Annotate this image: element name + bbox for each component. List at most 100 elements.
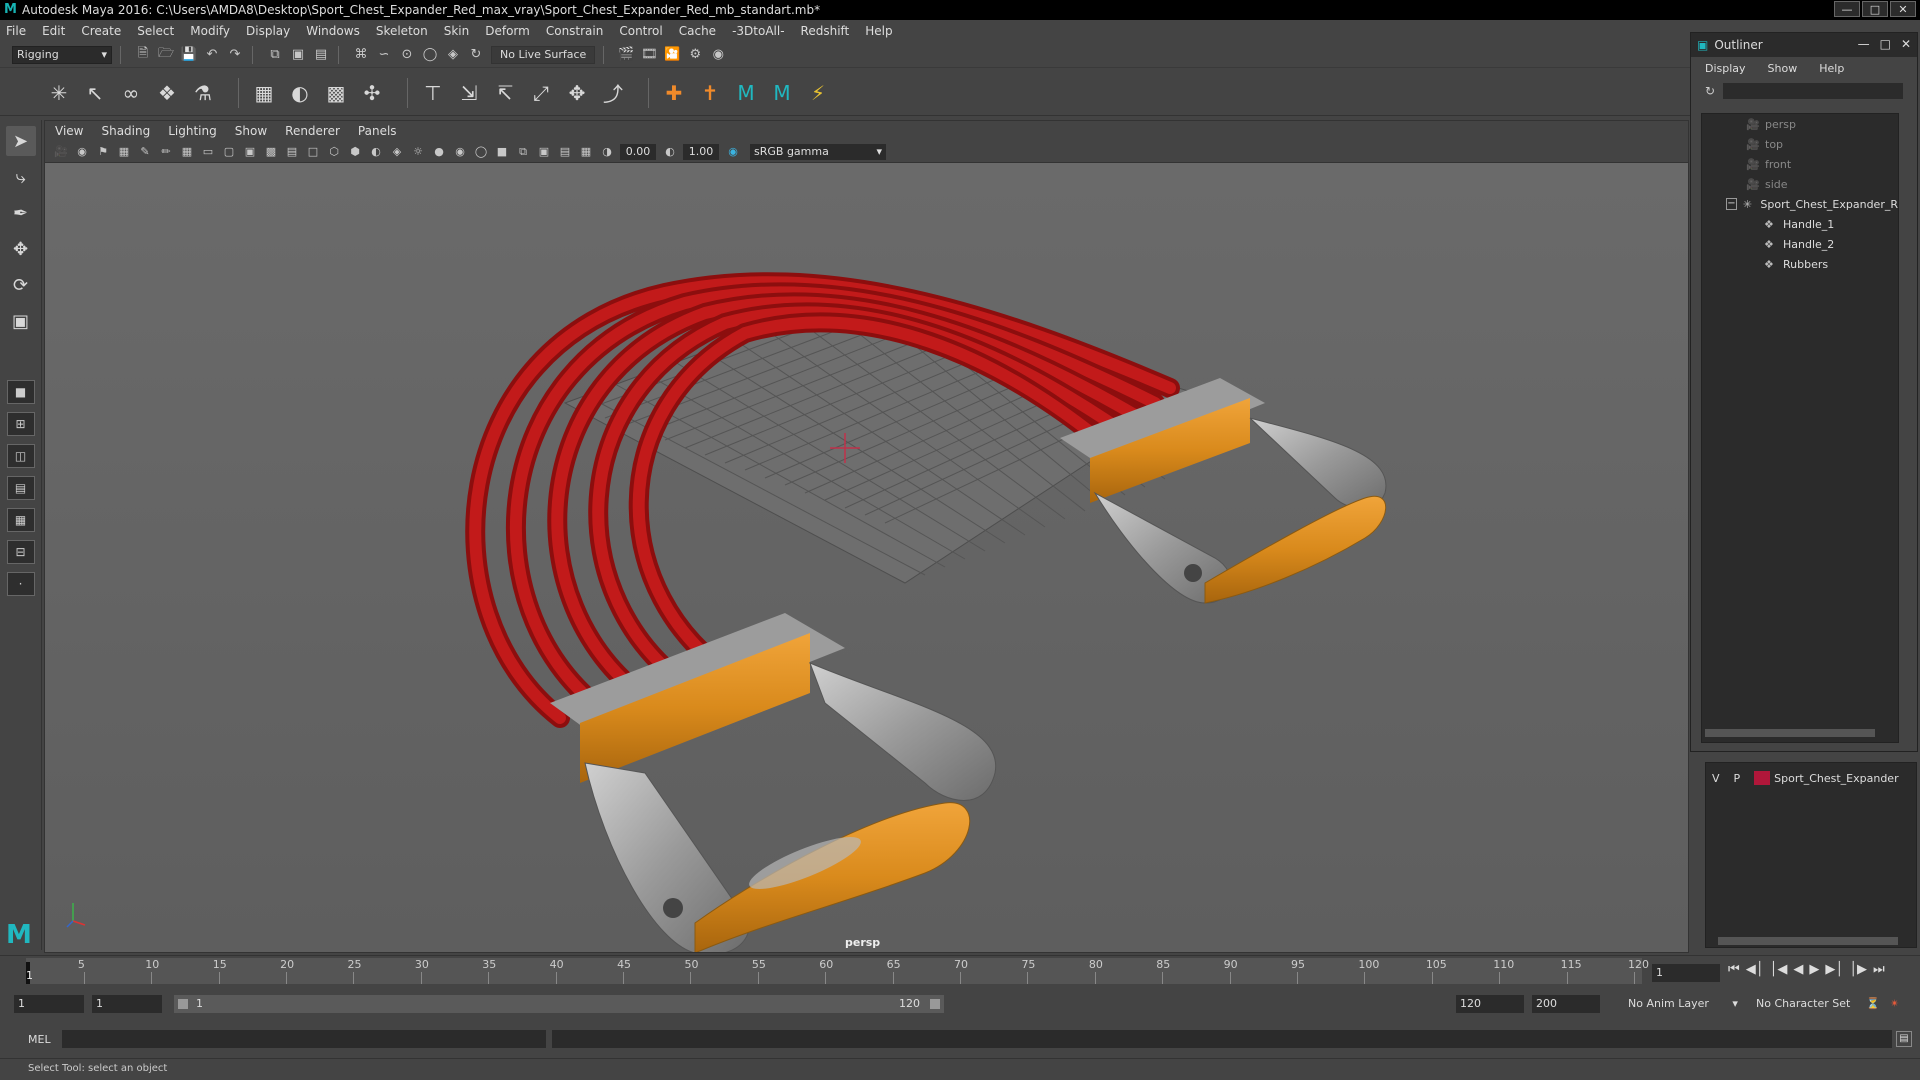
layer-horizontal-scrollbar[interactable] — [1718, 937, 1898, 945]
undo-icon[interactable]: ↶ — [203, 46, 221, 64]
snap-rotate-icon[interactable]: ↻ — [467, 46, 485, 64]
refresh-icon[interactable]: ↻ — [1705, 84, 1715, 98]
snap-view-icon[interactable]: ◯ — [421, 46, 439, 64]
safe-title-icon[interactable]: □ — [305, 144, 321, 160]
outliner-item-top[interactable]: 🎥 top — [1702, 134, 1898, 154]
paint-select-icon[interactable]: ✒ — [6, 198, 36, 228]
menu-help[interactable]: Help — [865, 24, 892, 38]
animation-start-field[interactable]: 1 — [14, 995, 84, 1013]
menu-cache[interactable]: Cache — [679, 24, 716, 38]
use-all-lights-icon[interactable]: ☼ — [410, 144, 426, 160]
step-back-frame-icon[interactable]: ◀│ — [1746, 962, 1764, 977]
minimize-button[interactable]: — — [1834, 1, 1860, 17]
cluster-icon[interactable]: ✣ — [359, 80, 385, 106]
bookmark-icon[interactable]: ⚑ — [95, 144, 111, 160]
vp-menu-shading[interactable]: Shading — [101, 124, 150, 138]
color-management-icon[interactable]: ◉ — [725, 144, 741, 160]
auto-key-icon[interactable]: ⏳ — [1866, 995, 1880, 1013]
locator-icon[interactable]: ✚ — [661, 80, 687, 106]
hik-icon[interactable]: M — [733, 80, 759, 106]
shadows-icon[interactable]: ● — [431, 144, 447, 160]
scale-constraint-icon[interactable]: ⤢ — [528, 80, 554, 106]
outliner-menu-display[interactable]: Display — [1705, 62, 1746, 75]
vp-menu-lighting[interactable]: Lighting — [168, 124, 217, 138]
menu-skin[interactable]: Skin — [444, 24, 470, 38]
gamma-field[interactable]: 1.00 — [683, 143, 719, 160]
layer-visibility-toggle[interactable]: V — [1712, 772, 1720, 785]
lattice-icon[interactable]: ▩ — [323, 80, 349, 106]
time-slider-track[interactable]: 5 10 15 20 25 30 35 40 45 50 55 60 65 70 75 80 85 90 95 100… — [26, 958, 1649, 984]
outliner-menu-help[interactable]: Help — [1819, 62, 1844, 75]
view-transform-dropdown[interactable]: sRGB gamma ▾ — [750, 143, 886, 160]
new-scene-icon[interactable]: 🗎 — [134, 46, 152, 64]
close-button[interactable]: ✕ — [1890, 1, 1916, 17]
redo-icon[interactable]: ↷ — [226, 46, 244, 64]
vp-menu-show[interactable]: Show — [235, 124, 267, 138]
ipr-render-icon[interactable]: 🎦 — [663, 46, 681, 64]
animation-end-field[interactable]: 200 — [1532, 995, 1600, 1013]
character-set-dropdown[interactable]: No Character Set — [1756, 995, 1866, 1013]
camera-select-icon[interactable]: 🎥 — [53, 144, 69, 160]
image-plane-icon[interactable]: ▦ — [116, 144, 132, 160]
menu-windows[interactable]: Windows — [306, 24, 360, 38]
lasso-tool-icon[interactable]: ⤷ — [6, 162, 36, 192]
menu-select[interactable]: Select — [137, 24, 174, 38]
playback-end-field[interactable]: 120 — [1456, 995, 1524, 1013]
play-backwards-icon[interactable]: ◀ — [1793, 962, 1803, 977]
range-end-handle[interactable] — [930, 999, 940, 1009]
vp-menu-renderer[interactable]: Renderer — [285, 124, 340, 138]
scale-tool-icon[interactable]: ▣ — [6, 306, 36, 336]
ik-spline-icon[interactable]: ∞ — [118, 80, 144, 106]
gamma-icon[interactable]: ◐ — [662, 144, 678, 160]
safe-action-icon[interactable]: ▤ — [284, 144, 300, 160]
open-scene-icon[interactable]: 🗁 — [157, 46, 175, 64]
vp-menu-view[interactable]: View — [55, 124, 83, 138]
ambient-occlusion-icon[interactable]: ◉ — [452, 144, 468, 160]
go-to-start-icon[interactable]: ⏮ — [1728, 962, 1740, 977]
viewport-3d-scene[interactable] — [45, 163, 1688, 952]
outliner-maximize-button[interactable]: □ — [1880, 37, 1891, 51]
maximize-button[interactable]: □ — [1862, 1, 1888, 17]
outliner-item-front[interactable]: 🎥 front — [1702, 154, 1898, 174]
menu-redshift[interactable]: Redshift — [801, 24, 850, 38]
outliner-item-handle-1[interactable]: ❖ Handle_1 — [1702, 214, 1898, 234]
custom-layout-button[interactable]: ⊟ — [6, 540, 35, 564]
layer-row[interactable]: V P Sport_Chest_Expander — [1712, 771, 1913, 785]
bind-skin-icon[interactable]: ▦ — [251, 80, 277, 106]
pole-vector-icon[interactable]: ⤴ — [600, 80, 626, 106]
xray-joints-icon[interactable]: ▤ — [557, 144, 573, 160]
outliner-item-handle-2[interactable]: ❖ Handle_2 — [1702, 234, 1898, 254]
character-set-icon[interactable]: ⚡ — [805, 80, 831, 106]
select-hierarchy-icon[interactable]: ⧉ — [266, 46, 284, 64]
step-forward-key-icon[interactable]: ▶│ — [1825, 962, 1843, 977]
exposure-icon[interactable]: ◑ — [599, 144, 615, 160]
grease-pencil-icon[interactable]: ✏ — [158, 144, 174, 160]
film-gate-icon[interactable]: ▭ — [200, 144, 216, 160]
time-slider[interactable]: 5 10 15 20 25 30 35 40 45 50 55 60 65 70 75 80 85 90 95 100… — [0, 955, 1920, 985]
play-forwards-icon[interactable]: ▶ — [1809, 962, 1819, 977]
paint-weights-icon[interactable]: ◐ — [287, 80, 313, 106]
range-start-handle[interactable] — [178, 999, 188, 1009]
render-settings-icon[interactable]: ⚙ — [686, 46, 704, 64]
exposure-field[interactable]: 0.00 — [620, 143, 656, 160]
hypershade-layout-button[interactable]: ▦ — [6, 508, 35, 532]
outliner-horizontal-scrollbar[interactable] — [1705, 729, 1875, 737]
single-perspective-layout-button[interactable]: ■ — [6, 380, 35, 404]
menu-constrain[interactable]: Constrain — [546, 24, 604, 38]
menu-set-dropdown[interactable]: Rigging ▾ — [12, 45, 112, 64]
xray-icon[interactable]: ▣ — [536, 144, 552, 160]
four-view-layout-button[interactable]: ⊞ — [6, 412, 35, 436]
playback-start-field[interactable]: 1 — [92, 995, 162, 1013]
snap-curve-icon[interactable]: ∽ — [375, 46, 393, 64]
orient-constraint-icon[interactable]: ↸ — [492, 80, 518, 106]
textured-icon[interactable]: ◈ — [389, 144, 405, 160]
anti-aliasing-icon[interactable]: ■ — [494, 144, 510, 160]
wireframe-on-shaded-icon[interactable]: ◐ — [368, 144, 384, 160]
outliner-item-persp[interactable]: 🎥 persp — [1702, 114, 1898, 134]
isolate-select-icon[interactable]: ⧉ — [515, 144, 531, 160]
menu-skeleton[interactable]: Skeleton — [376, 24, 428, 38]
outliner-search-input[interactable] — [1723, 83, 1904, 99]
save-scene-icon[interactable]: 💾 — [180, 46, 198, 64]
menu-file[interactable]: File — [6, 24, 26, 38]
outliner-close-button[interactable]: ✕ — [1901, 37, 1911, 51]
